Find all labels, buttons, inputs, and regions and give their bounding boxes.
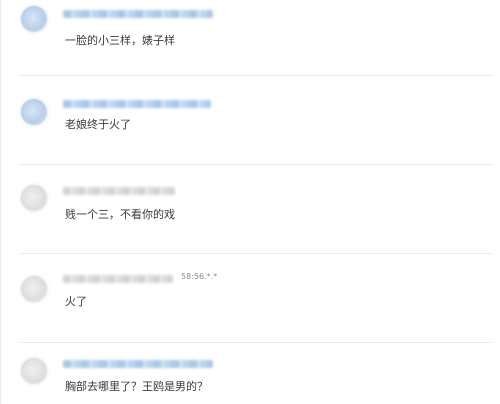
comment-divider: [19, 164, 492, 165]
comment-divider: [19, 342, 492, 343]
comment-divider: [19, 75, 492, 76]
blurred-username[interactable]: [63, 275, 173, 283]
user-avatar[interactable]: [21, 358, 47, 384]
comment-divider: [19, 253, 492, 254]
comment-text: 胸部去哪里了？王鸥是男的？: [65, 380, 208, 393]
user-avatar[interactable]: [21, 276, 47, 302]
comment-text: 贱一个三，不看你的戏: [65, 208, 175, 221]
user-avatar[interactable]: [21, 6, 47, 32]
comment-text: 一脸的小三样，婊子样: [65, 34, 175, 47]
blurred-username[interactable]: [63, 100, 211, 108]
user-avatar[interactable]: [21, 99, 47, 125]
blurred-username[interactable]: [63, 187, 175, 195]
user-avatar[interactable]: [21, 185, 47, 211]
comment-feed: 一脸的小三样，婊子样 老娘终于火了 贱一个三，不看你的戏 58:56.*.* 火…: [0, 0, 500, 404]
comment-meta: 58:56.*.*: [181, 272, 218, 281]
comment-text: 老娘终于火了: [65, 118, 131, 131]
blurred-username[interactable]: [63, 10, 213, 18]
comment-text: 火了: [65, 295, 87, 308]
blurred-username[interactable]: [63, 360, 213, 368]
